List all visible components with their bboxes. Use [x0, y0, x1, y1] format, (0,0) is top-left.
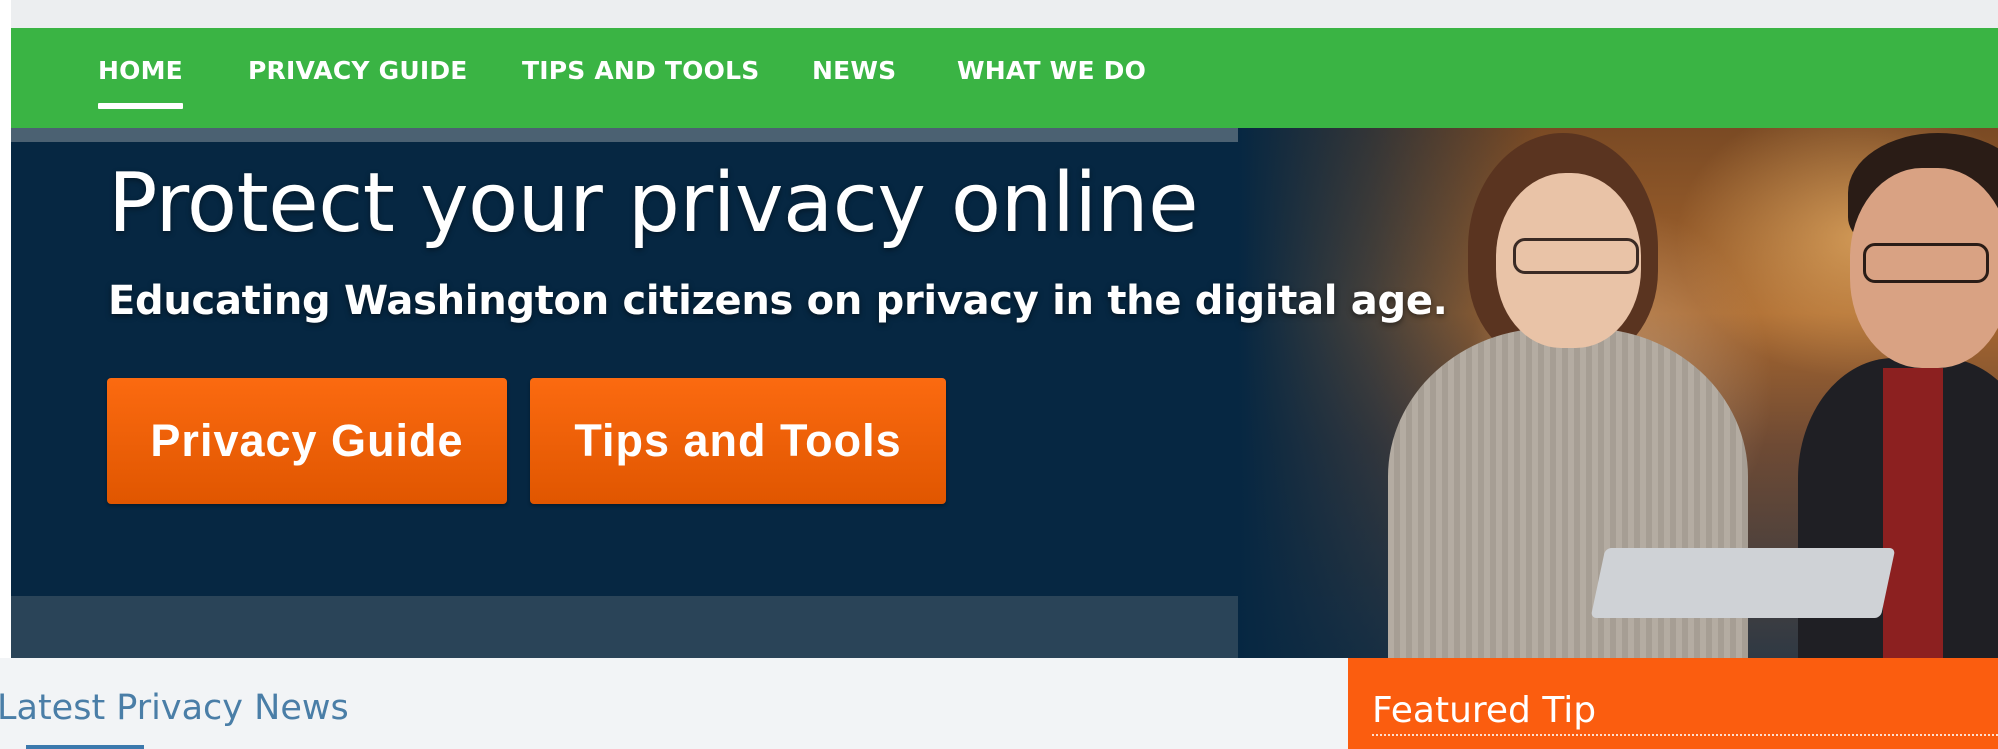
photo-tablet [1590, 548, 1896, 618]
featured-tip-panel: Featured Tip [1348, 658, 1998, 749]
privacy-guide-button[interactable]: Privacy Guide [107, 378, 507, 504]
latest-news-title: Latest Privacy News [0, 688, 349, 728]
nav-item-what-we-do[interactable]: WHAT WE DO [957, 28, 1146, 128]
main-navbar: HOME PRIVACY GUIDE TIPS AND TOOLS NEWS W… [11, 28, 1998, 128]
latest-news-section: Latest Privacy News [0, 658, 1348, 749]
featured-tip-title: Featured Tip [1372, 690, 1597, 731]
hero-photo [1238, 128, 1998, 658]
nav-item-news[interactable]: NEWS [812, 28, 896, 128]
photo-woman-glasses [1513, 238, 1639, 274]
latest-news-underline [26, 745, 144, 749]
featured-tip-divider [1372, 734, 1998, 736]
hero-banner: Protect your privacy online Educating Wa… [11, 128, 1998, 658]
photo-man-glasses [1863, 243, 1989, 283]
hero-subtitle: Educating Washington citizens on privacy… [108, 278, 1448, 324]
browser-top-strip [0, 0, 1998, 29]
nav-item-privacy-guide[interactable]: PRIVACY GUIDE [248, 28, 468, 128]
nav-item-home[interactable]: HOME [98, 28, 183, 128]
hero-title: Protect your privacy online [108, 156, 1199, 251]
tips-and-tools-button[interactable]: Tips and Tools [530, 378, 946, 504]
nav-item-tips-and-tools[interactable]: TIPS AND TOOLS [522, 28, 759, 128]
photo-man-scarf [1883, 368, 1943, 658]
page-left-gutter [0, 0, 11, 749]
